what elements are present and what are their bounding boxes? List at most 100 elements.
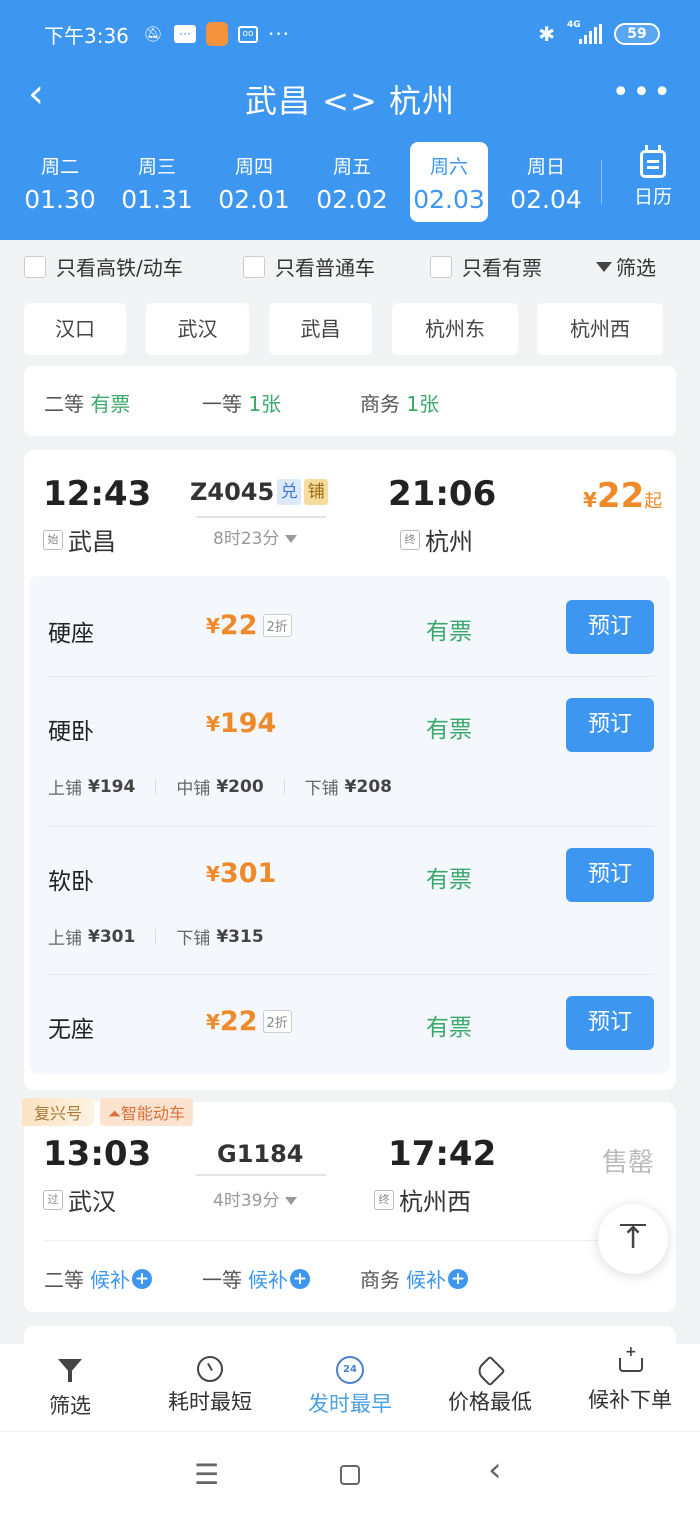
sort-earliest-departure-button[interactable]: 24 发时最早 (300, 1356, 400, 1418)
plus-icon: + (290, 1268, 310, 1289)
divider (155, 928, 157, 945)
station-chips: 汉口 武汉 武昌 杭州东 杭州西 (0, 303, 700, 357)
dropdown-icon (285, 1197, 298, 1205)
24h-icon: 24 (336, 1356, 364, 1384)
date-tab-selected[interactable]: 周六 02.03 (410, 142, 488, 222)
home-icon[interactable] (340, 1465, 360, 1485)
seat-type: 无座 (48, 1017, 94, 1043)
more-notifications-icon: ··· (267, 22, 291, 46)
date-selector: 周二 01.30 周三 01.31 周四 02.01 周五 02.02 周六 0… (0, 142, 700, 222)
seat-price: ¥22 2折 (206, 610, 292, 641)
book-button[interactable]: 预订 (566, 600, 654, 654)
terminal-tag: 终 (374, 1189, 394, 1210)
sort-bar: 筛选 耗时最短 24 发时最早 价格最低 候补下单 (0, 1344, 700, 1432)
divider (155, 778, 157, 795)
book-button[interactable]: 预订 (566, 848, 654, 902)
seat-type: 硬座 (48, 621, 94, 647)
availability-status: 有票 (426, 1015, 472, 1041)
plus-icon: + (448, 1268, 468, 1289)
date-tab[interactable]: 周三 01.31 (118, 142, 196, 222)
discount-badge: 2折 (262, 1010, 292, 1033)
train-tags: 复兴号 ⏶智能动车 (22, 1098, 193, 1126)
date-divider (601, 160, 602, 204)
bluetooth-icon: ✱ (538, 22, 555, 46)
depart-station: 过 武汉 (43, 1182, 116, 1217)
divider (44, 1240, 656, 1241)
date-tab[interactable]: 周日 02.04 (507, 142, 585, 222)
more-button[interactable]: ••• (612, 78, 674, 108)
seat-summary: 一等 1张 (202, 392, 282, 416)
checkbox-label: 只看高铁/动车 (56, 256, 183, 280)
station-chip[interactable]: 汉口 (24, 303, 126, 355)
waitlist-first-class[interactable]: 一等 候补 + (202, 1264, 310, 1293)
berth-price: 下铺 ¥315 (176, 926, 264, 950)
price-tag-icon (474, 1355, 506, 1387)
seat-summary: 二等 有票 (44, 392, 131, 416)
berth-price: 下铺 ¥208 (304, 776, 392, 800)
date-tab[interactable]: 周五 02.02 (313, 142, 391, 222)
divider (283, 778, 285, 795)
arrive-station: 终 杭州西 (374, 1182, 471, 1217)
waitlist-order-button[interactable]: 候补下单 (580, 1344, 680, 1414)
date-tab[interactable]: 周四 02.01 (215, 142, 293, 222)
calendar-button[interactable]: 日历 (618, 145, 688, 218)
checkbox-icon[interactable] (430, 255, 452, 278)
cart-icon (615, 1344, 645, 1380)
duration-toggle[interactable]: 4时39分 (213, 1186, 298, 1211)
filter-button[interactable]: 筛选 (596, 252, 656, 281)
previous-train-seat-summary[interactable]: 二等 有票 一等 1张 商务 1张 (24, 366, 676, 436)
date-value: 01.30 (24, 185, 96, 214)
seat-summary: 商务 1张 (360, 392, 440, 416)
seat-price: ¥301 (206, 858, 277, 889)
berth-badge: 铺 (304, 479, 329, 505)
arrive-time: 21:06 (388, 474, 497, 514)
waitlist-business-class[interactable]: 商务 候补 + (360, 1264, 468, 1293)
seat-price: ¥22 2折 (206, 1006, 292, 1037)
berth-prices: 上铺 ¥194 中铺 ¥200 下铺 ¥208 (48, 774, 392, 800)
train-icon: ⏶ (108, 1104, 121, 1123)
smart-emu-tag: ⏶智能动车 (100, 1098, 193, 1126)
sort-lowest-price-button[interactable]: 价格最低 (440, 1355, 540, 1416)
train-card-z4045[interactable]: 12:43 始 武昌 Z4045 兑 铺 8时23分 21:06 终 杭州 ¥2… (24, 450, 676, 1090)
availability-status: 有票 (426, 619, 472, 645)
date-tab[interactable]: 周二 01.30 (21, 142, 99, 222)
menu-icon[interactable]: ☰ (194, 1458, 219, 1491)
back-to-top-button[interactable]: ↑ (598, 1204, 668, 1274)
divider (48, 974, 654, 975)
seat-row-hard-sleeper: 硬卧 ¥194 有票 预订 上铺 ¥194 中铺 ¥200 下铺 ¥208 (30, 698, 670, 808)
depart-station: 始 武昌 (43, 522, 116, 557)
waitlist-second-class[interactable]: 二等 候补 + (44, 1264, 152, 1293)
book-button[interactable]: 预订 (566, 996, 654, 1050)
book-button[interactable]: 预订 (566, 698, 654, 752)
back-nav-icon[interactable]: ‹ (488, 1450, 502, 1490)
seat-type: 软卧 (48, 869, 94, 895)
seat-type: 硬卧 (48, 719, 94, 745)
station-chip[interactable]: 杭州西 (537, 303, 663, 355)
train-number[interactable]: Z4045 兑 铺 (190, 478, 329, 506)
sort-filter-button[interactable]: 筛选 (38, 1356, 102, 1420)
filter-row: 只看高铁/动车 只看普通车 只看有票 筛选 (0, 246, 700, 286)
filter-available-checkbox[interactable]: 只看有票 (430, 252, 542, 281)
sort-shortest-duration-button[interactable]: 耗时最短 (160, 1356, 260, 1416)
availability-status: 有票 (426, 867, 472, 893)
seat-options-panel: 硬座 ¥22 2折 有票 预订 硬卧 ¥194 有票 预订 上铺 ¥194 中铺 ¥… (30, 576, 670, 1074)
duration-toggle[interactable]: 8时23分 (213, 524, 298, 549)
checkbox-icon[interactable] (24, 255, 46, 278)
station-chip[interactable]: 武汉 (146, 303, 249, 355)
depart-time: 13:03 (43, 1134, 152, 1174)
nav-bar: ‹ 武昌 <> 杭州 ••• (0, 66, 700, 126)
date-weekday: 周二 (40, 156, 79, 178)
station-chip[interactable]: 杭州东 (392, 303, 518, 355)
status-time: 下午3:36 (44, 24, 129, 48)
filter-highspeed-checkbox[interactable]: 只看高铁/动车 (24, 252, 183, 281)
date-weekday: 周三 (137, 156, 176, 178)
berth-price: 上铺 ¥301 (48, 926, 136, 950)
checkbox-icon[interactable] (243, 255, 265, 278)
train-card-g1184[interactable]: 复兴号 ⏶智能动车 13:03 过 武汉 G1184 4时39分 17:42 终… (22, 1098, 676, 1312)
station-chip[interactable]: 武昌 (269, 303, 372, 355)
filter-regular-checkbox[interactable]: 只看普通车 (243, 252, 375, 281)
date-value: 01.31 (121, 185, 193, 214)
arrive-time: 17:42 (388, 1134, 497, 1174)
route-line (196, 1174, 326, 1176)
train-number[interactable]: G1184 (217, 1140, 304, 1168)
